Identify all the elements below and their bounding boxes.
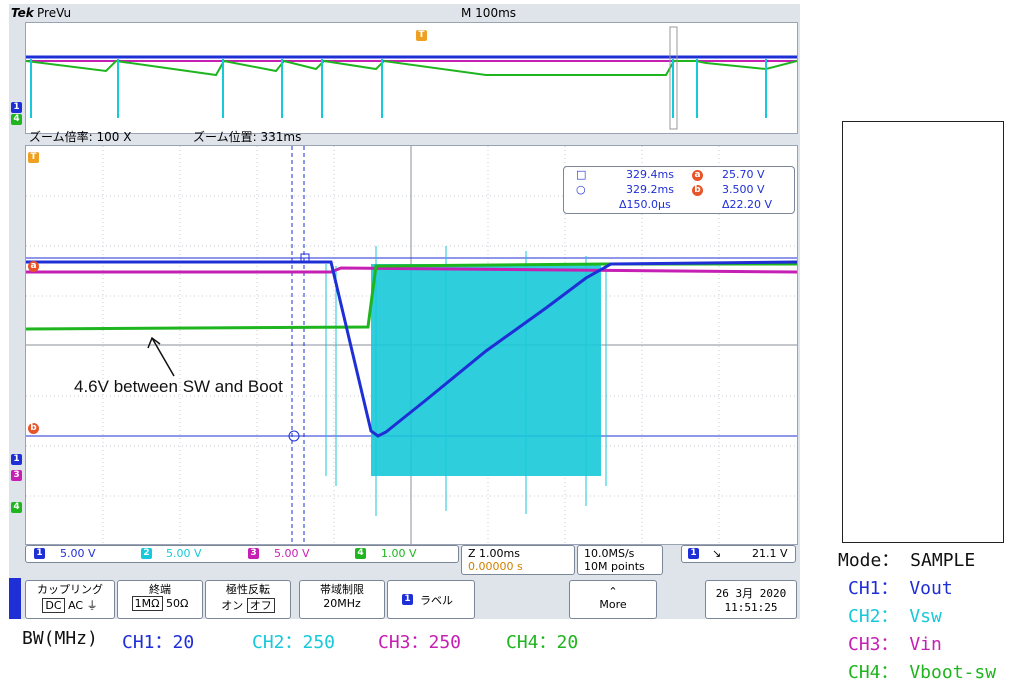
coupling-ac[interactable]: AC [68,599,83,612]
cursor-b-marker: b [28,423,39,434]
cursor-t1-value: 329.4ms [626,168,674,181]
acquisition-state: PreVu [37,6,72,20]
termination-button[interactable]: 終端 1MΩ 50Ω [117,580,203,619]
datetime-display: 26 3月 2020 11:51:25 [705,580,797,619]
horizontal-settings[interactable]: Z 1.00ms 0.00000 s [461,545,575,575]
channel-status-row: 1 5.00 V 2 5.00 V 3 5.00 V 4 1.00 V Z 1.… [25,544,796,576]
cursor-t2-value: 329.2ms [626,183,674,196]
ch4-ground-marker: 4 [11,114,22,125]
invert-button[interactable]: 極性反転 オン オフ [205,580,291,619]
ch3-badge: 3 [248,548,259,559]
brand-logo: Tek [11,6,34,20]
coupling-button[interactable]: カップリング DC AC ⏚ [25,580,115,619]
channel-scales[interactable]: 1 5.00 V 2 5.00 V 3 5.00 V 4 1.00 V [25,545,459,563]
legend-mode: Mode： SAMPLE [838,550,976,571]
more-label: More [599,598,627,611]
bw-label: BW(MHz) [22,628,98,649]
ch2-scale: 5.00 V [166,547,202,560]
menu-channel-tab[interactable] [9,578,21,619]
zoom-position: ズーム位置: 331ms [193,130,302,144]
zoom-factor: ズーム倍率: 100 X [29,130,132,144]
time: 11:51:25 [724,601,778,614]
ch4-scale: 1.00 V [381,547,417,560]
date: 26 3月 2020 [715,587,787,600]
top-status-bar: Tek PreVu M 100ms [9,4,800,22]
sample-rate: 10.0MS/s [584,547,635,560]
ch4-badge: 4 [355,548,366,559]
overview-waveform-window[interactable]: T [25,22,798,134]
trigger-settings[interactable]: 1 ↘ 21.1 V [681,545,796,563]
coupling-gnd[interactable]: ⏚ [87,599,98,612]
zoom-info-bar: ズーム倍率: 100 X ズーム位置: 331ms [25,129,796,145]
bandwidth-value: 20MHz [323,597,361,610]
overview-ch4-trace [26,59,797,77]
blank-frame [842,121,1004,543]
ch3-offset-marker: 3 [11,470,22,481]
oscilloscope-screen: Tek PreVu M 100ms T ズーム倍率: 100 X ズーム位置: … [9,4,800,619]
invert-on[interactable]: オン [221,599,243,612]
ch1-offset-marker: 1 [11,454,22,465]
cursor-b-icon: b [692,185,703,196]
termination-50[interactable]: 50Ω [166,597,188,610]
bandwidth-title: 帯域制限 [320,583,364,596]
ch2-switching-burst [371,264,601,476]
cursor-readout-panel: □ 329.4ms a 25.70 V ○ 329.2ms b 3.500 V … [563,166,795,214]
termination-title: 終端 [149,583,171,596]
overview-waveforms [26,26,797,130]
ch2-badge: 2 [141,548,152,559]
bw-ch1: CH1：20 [122,632,195,653]
zoom-scale: Z 1.00ms [468,547,520,560]
cursor-delta-voltage: Δ22.20 V [722,198,773,211]
bw-ch2: CH2：250 [252,632,336,653]
overview-ch2-spikes [30,59,767,118]
label-title: ラベル [420,594,453,607]
trigger-level: 21.1 V [752,547,788,560]
ch4-offset-marker: 4 [11,502,22,513]
trigger-position-marker: T [416,30,427,41]
cursor-b-value: 3.500 V [722,183,765,196]
trigger-level-marker: T [28,152,39,163]
coupling-dc[interactable]: DC [42,598,65,613]
cursor-a-marker: a [28,261,39,272]
invert-off[interactable]: オフ [246,598,275,613]
invert-title: 極性反転 [226,583,270,596]
ch1-ground-marker: 1 [11,102,22,113]
coupling-title: カップリング [37,583,103,596]
legend-ch1: CH1： Vout [848,578,953,599]
label-button[interactable]: 1 ラベル [387,580,475,619]
circle-icon: ○ [576,183,586,196]
bw-ch3: CH3：250 [378,632,462,653]
bandwidth-button[interactable]: 帯域制限 20MHz [299,580,385,619]
trigger-source-badge: 1 [688,548,699,559]
annotation-text: 4.6V between SW and Boot [74,377,283,396]
legend-ch2: CH2： Vsw [848,606,942,627]
more-button[interactable]: ⌃ More [569,580,657,619]
trigger-delay: 0.00000 s [468,560,523,573]
more-chevron-icon: ⌃ [608,585,618,598]
record-length: 10M points [584,560,645,573]
legend-ch3: CH3： Vin [848,634,942,655]
acquisition-settings[interactable]: 10.0MS/s 10M points [577,545,663,575]
main-waveform-window[interactable]: T a b □ 329.4ms a 25.70 V ○ 329.2ms b 3.… [25,145,798,545]
ch1-badge: 1 [34,548,45,559]
timebase-readout: M 100ms [461,6,517,20]
cursor-delta-time: Δ150.0μs [619,198,671,211]
square-icon: □ [576,168,587,181]
legend-ch4: CH4： Vboot-sw [848,662,997,683]
trigger-slope-icon: ↘ [712,547,722,560]
label-channel-badge: 1 [402,594,413,605]
cursor-a-icon: a [692,170,703,181]
termination-1m[interactable]: 1MΩ [131,596,163,611]
bw-ch4: CH4：20 [506,632,579,653]
ch1-scale: 5.00 V [60,547,96,560]
ch3-scale: 5.00 V [274,547,310,560]
cursor-a-value: 25.70 V [722,168,765,181]
bottom-menu-row: カップリング DC AC ⏚ 終端 1MΩ 50Ω 極性反転 オン オフ 帯域制… [9,578,800,619]
